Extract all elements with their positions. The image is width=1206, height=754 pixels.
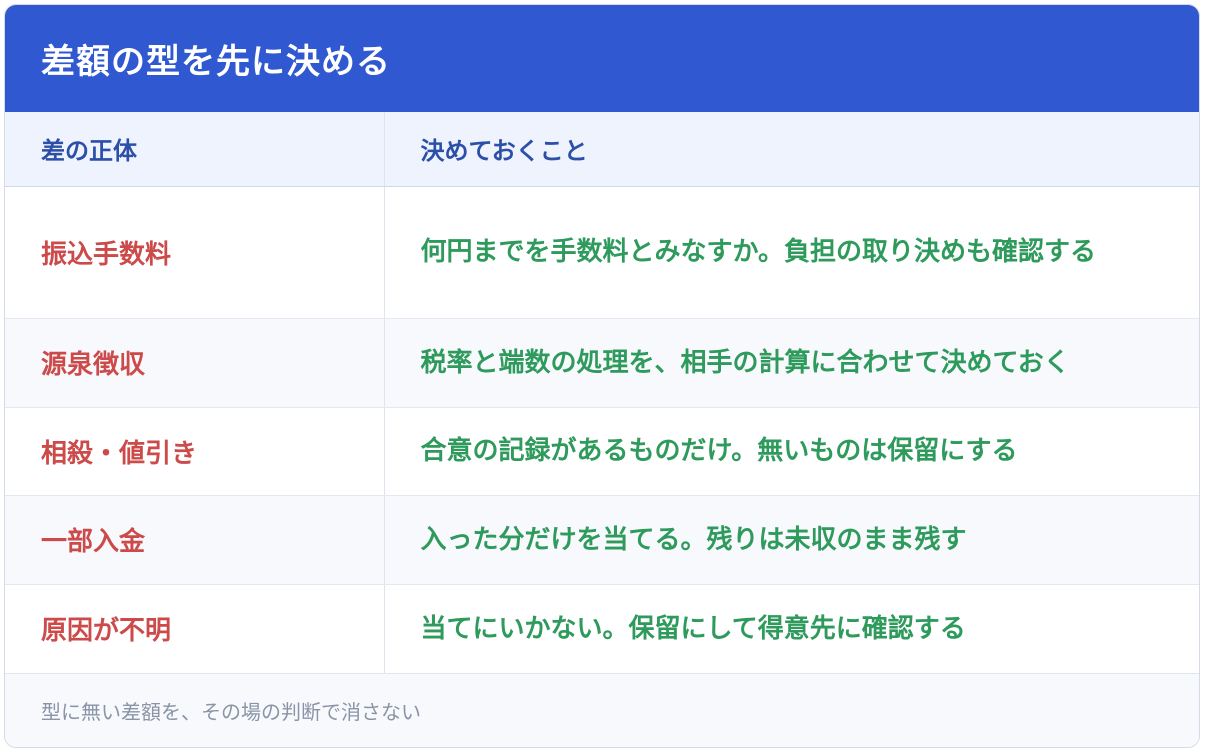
table-row: 振込手数料 何円までを手数料とみなすか。負担の取り決めも確認する	[5, 186, 1199, 319]
row-rule: 合意の記録があるものだけ。無いものは保留にする	[384, 407, 1199, 496]
column-header-rule: 決めておくこと	[384, 112, 1199, 187]
table-header-row: 差の正体 決めておくこと	[5, 112, 1199, 187]
row-rule: 税率と端数の処理を、相手の計算に合わせて決めておく	[384, 318, 1199, 408]
row-kind: 原因が不明	[5, 584, 385, 674]
card-title: 差額の型を先に決める	[41, 42, 391, 82]
row-rule: 何円までを手数料とみなすか。負担の取り決めも確認する	[384, 186, 1199, 319]
row-kind: 一部入金	[5, 495, 385, 585]
card-footer: 型に無い差額を、その場の判断で消さない	[5, 673, 1199, 747]
row-rule: 入った分だけを当てる。残りは未収のまま残す	[384, 495, 1199, 585]
table-row: 源泉徴収 税率と端数の処理を、相手の計算に合わせて決めておく	[5, 318, 1199, 408]
difference-rules-table: 差の正体 決めておくこと 振込手数料 何円までを手数料とみなすか。負担の取り決め…	[5, 112, 1199, 674]
column-header-kind: 差の正体	[5, 112, 385, 187]
table-row: 一部入金 入った分だけを当てる。残りは未収のまま残す	[5, 495, 1199, 585]
row-kind: 振込手数料	[5, 186, 385, 319]
table-row: 原因が不明 当てにいかない。保留にして得意先に確認する	[5, 584, 1199, 674]
row-kind: 相殺・値引き	[5, 407, 385, 496]
card-header: 差額の型を先に決める	[5, 5, 1199, 112]
row-rule: 当てにいかない。保留にして得意先に確認する	[384, 584, 1199, 674]
difference-rules-card: 差額の型を先に決める 差の正体 決めておくこと 振込手数料 何円までを手数料とみ…	[4, 4, 1200, 748]
footer-note: 型に無い差額を、その場の判断で消さない	[41, 700, 421, 724]
table-row: 相殺・値引き 合意の記録があるものだけ。無いものは保留にする	[5, 407, 1199, 496]
row-kind: 源泉徴収	[5, 318, 385, 408]
